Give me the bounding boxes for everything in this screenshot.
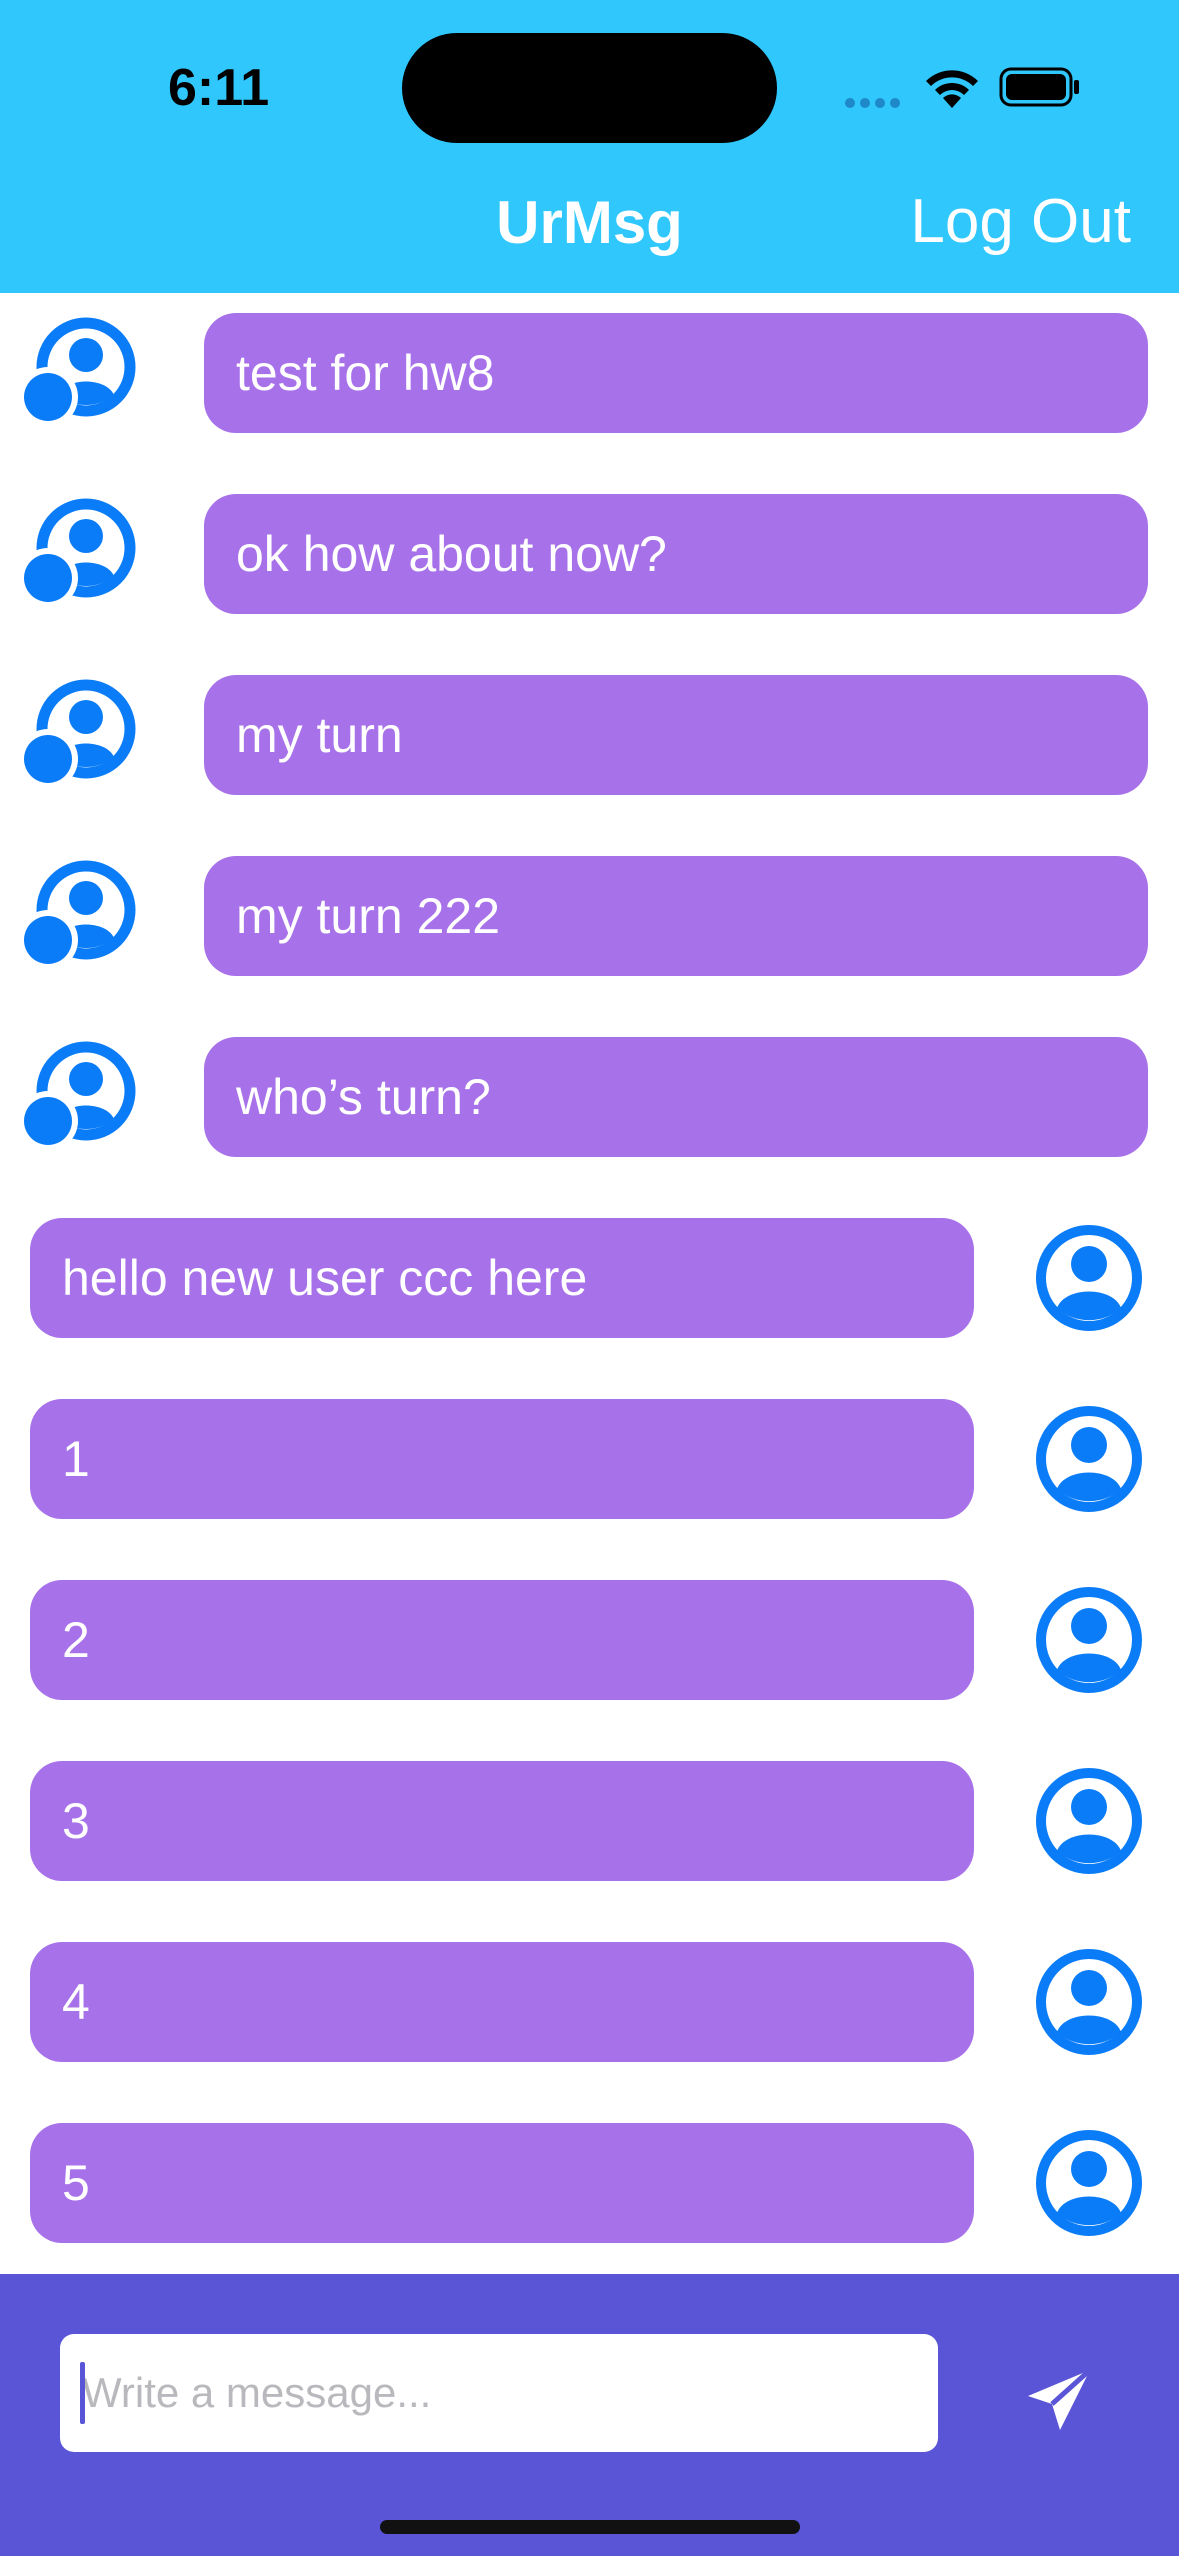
message-bubble: my turn 222	[204, 856, 1148, 976]
home-indicator[interactable]	[380, 2520, 800, 2534]
person-group-icon	[22, 1041, 136, 1151]
message-bubble: ok how about now?	[204, 494, 1148, 614]
person-circle-icon	[1036, 1587, 1142, 1693]
person-group-icon	[22, 860, 136, 970]
message-bubble: 1	[30, 1399, 974, 1519]
message-row: ok how about now?	[0, 494, 1179, 614]
person-group-icon	[22, 498, 136, 608]
message-row: my turn	[0, 675, 1179, 795]
dynamic-island	[402, 33, 777, 143]
person-circle-icon	[1036, 1768, 1142, 1874]
message-list[interactable]: test for hw8 ok how about now? my turn m…	[0, 293, 1179, 2274]
person-circle-icon	[1036, 1949, 1142, 2055]
message-row: 4	[0, 1942, 1179, 2062]
paper-plane-icon[interactable]	[1020, 2364, 1096, 2440]
message-row: test for hw8	[0, 313, 1179, 433]
message-bubble: my turn	[204, 675, 1148, 795]
message-bubble: hello new user ccc here	[30, 1218, 974, 1338]
message-row: who’s turn?	[0, 1037, 1179, 1157]
message-row: 3	[0, 1761, 1179, 1881]
logout-button[interactable]: Log Out	[910, 186, 1131, 257]
message-row: 1	[0, 1399, 1179, 1519]
battery-icon	[999, 67, 1079, 107]
person-circle-icon	[1036, 1406, 1142, 1512]
message-bubble: 3	[30, 1761, 974, 1881]
message-row: 5	[0, 2123, 1179, 2243]
person-circle-icon	[1036, 2130, 1142, 2236]
message-bubble: 4	[30, 1942, 974, 2062]
message-composer	[0, 2274, 1179, 2556]
wifi-icon	[926, 70, 978, 108]
message-row: 2	[0, 1580, 1179, 1700]
text-cursor	[80, 2362, 85, 2424]
navigation-header: 6:11 UrMsg Log Out	[0, 0, 1179, 293]
cellular-signal-icon	[845, 95, 905, 113]
person-group-icon	[22, 679, 136, 789]
message-bubble: 2	[30, 1580, 974, 1700]
person-circle-icon	[1036, 1225, 1142, 1331]
message-input[interactable]	[60, 2334, 938, 2452]
message-row: my turn 222	[0, 856, 1179, 976]
message-bubble: 5	[30, 2123, 974, 2243]
message-row: hello new user ccc here	[0, 1218, 1179, 1338]
person-group-icon	[22, 317, 136, 427]
message-bubble: who’s turn?	[204, 1037, 1148, 1157]
message-bubble: test for hw8	[204, 313, 1148, 433]
status-time: 6:11	[168, 59, 270, 117]
